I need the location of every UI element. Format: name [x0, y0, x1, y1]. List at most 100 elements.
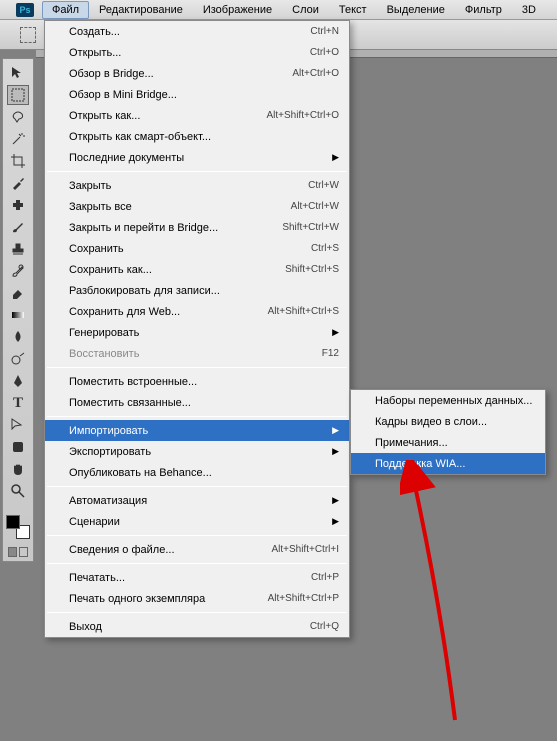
- file-menu-item-0[interactable]: Создать...Ctrl+N: [45, 21, 349, 42]
- menu-label: Создать...: [69, 26, 310, 38]
- file-menu-item-28[interactable]: Сведения о файле...Alt+Shift+Ctrl+I: [45, 539, 349, 560]
- file-menu-item-3[interactable]: Обзор в Mini Bridge...: [45, 84, 349, 105]
- marquee-tool-icon[interactable]: [7, 85, 29, 105]
- menu-shortcut: Alt+Shift+Ctrl+P: [268, 593, 339, 604]
- menu-файл[interactable]: Файл: [42, 1, 89, 19]
- file-menu-item-10[interactable]: Закрыть и перейти в Bridge...Shift+Ctrl+…: [45, 217, 349, 238]
- file-menu-item-6[interactable]: Последние документы▶: [45, 147, 349, 168]
- move-tool-icon[interactable]: [7, 63, 29, 83]
- file-menu-item-19[interactable]: Поместить связанные...: [45, 392, 349, 413]
- menu-label: Печатать...: [69, 572, 311, 584]
- file-menu-item-18[interactable]: Поместить встроенные...: [45, 371, 349, 392]
- gradient-tool-icon[interactable]: [7, 305, 29, 325]
- file-menu-item-25[interactable]: Автоматизация▶: [45, 490, 349, 511]
- menu-3d[interactable]: 3D: [512, 1, 546, 19]
- menu-фильтр[interactable]: Фильтр: [455, 1, 512, 19]
- menu-shortcut: Alt+Shift+Ctrl+S: [268, 306, 339, 317]
- menu-label: Печать одного экземпляра: [69, 593, 268, 605]
- file-menu-item-30[interactable]: Печатать...Ctrl+P: [45, 567, 349, 588]
- menu-label: Закрыть: [69, 180, 308, 192]
- submenu-arrow-icon: ▶: [332, 152, 339, 163]
- menu-shortcut: Ctrl+O: [310, 47, 339, 58]
- file-menu-item-11[interactable]: СохранитьCtrl+S: [45, 238, 349, 259]
- file-menu-item-14[interactable]: Сохранить для Web...Alt+Shift+Ctrl+S: [45, 301, 349, 322]
- menu-shortcut: F12: [322, 348, 339, 359]
- menu-label: Наборы переменных данных...: [375, 395, 535, 407]
- file-menu-item-9[interactable]: Закрыть всеAlt+Ctrl+W: [45, 196, 349, 217]
- annotation-arrow: [400, 460, 470, 730]
- wand-tool-icon[interactable]: [7, 129, 29, 149]
- menu-слои[interactable]: Слои: [282, 1, 329, 19]
- shape-tool-icon[interactable]: [7, 437, 29, 457]
- file-menu-item-16[interactable]: ВосстановитьF12: [45, 343, 349, 364]
- menu-выделение[interactable]: Выделение: [377, 1, 455, 19]
- file-menu-item-23[interactable]: Опубликовать на Behance...: [45, 462, 349, 483]
- menu-shortcut: Alt+Shift+Ctrl+O: [266, 110, 339, 121]
- import-submenu-item-1[interactable]: Кадры видео в слои...: [351, 411, 545, 432]
- menu-label: Сохранить как...: [69, 264, 285, 276]
- menu-label: Закрыть все: [69, 201, 291, 213]
- hand-tool-icon[interactable]: [7, 459, 29, 479]
- stamp-tool-icon[interactable]: [7, 239, 29, 259]
- menu-shortcut: Ctrl+P: [311, 572, 339, 583]
- crop-tool-icon[interactable]: [7, 151, 29, 171]
- zoom-tool-icon[interactable]: [7, 481, 29, 501]
- file-menu-item-21[interactable]: Импортировать ▶: [45, 420, 349, 441]
- menu-separator: [47, 416, 347, 417]
- file-menu-item-22[interactable]: Экспортировать ▶: [45, 441, 349, 462]
- menu-редактирование[interactable]: Редактирование: [89, 1, 193, 19]
- blur-tool-icon[interactable]: [7, 327, 29, 347]
- menu-изображение[interactable]: Изображение: [193, 1, 282, 19]
- submenu-arrow-icon: ▶: [332, 425, 339, 436]
- pen-tool-icon[interactable]: [7, 371, 29, 391]
- menu-label: Кадры видео в слои...: [375, 416, 535, 428]
- dodge-tool-icon[interactable]: [7, 349, 29, 369]
- menu-shortcut: Shift+Ctrl+W: [282, 222, 339, 233]
- menu-label: Сведения о файле...: [69, 544, 271, 556]
- menu-label: Открыть как...: [69, 110, 266, 122]
- file-menu-item-13[interactable]: Разблокировать для записи...: [45, 280, 349, 301]
- file-menu-item-33[interactable]: ВыходCtrl+Q: [45, 616, 349, 637]
- menu-label: Закрыть и перейти в Bridge...: [69, 222, 282, 234]
- file-menu-item-26[interactable]: Сценарии▶: [45, 511, 349, 532]
- file-menu-item-1[interactable]: Открыть...Ctrl+O: [45, 42, 349, 63]
- import-submenu-item-2[interactable]: Примечания...: [351, 432, 545, 453]
- menu-текст[interactable]: Текст: [329, 1, 377, 19]
- import-submenu-item-3[interactable]: Поддержка WIA...: [351, 453, 545, 474]
- marquee-icon: [20, 27, 36, 43]
- eraser-tool-icon[interactable]: [7, 283, 29, 303]
- eyedropper-tool-icon[interactable]: [7, 173, 29, 193]
- file-menu-item-15[interactable]: Генерировать▶: [45, 322, 349, 343]
- file-menu-item-12[interactable]: Сохранить как...Shift+Ctrl+S: [45, 259, 349, 280]
- menu-separator: [47, 563, 347, 564]
- file-menu-item-31[interactable]: Печать одного экземпляраAlt+Shift+Ctrl+P: [45, 588, 349, 609]
- menu-label: Обзор в Mini Bridge...: [69, 89, 339, 101]
- file-menu-item-8[interactable]: ЗакрытьCtrl+W: [45, 175, 349, 196]
- menu-label: Импортировать: [69, 425, 326, 437]
- file-menu-item-4[interactable]: Открыть как...Alt+Shift+Ctrl+O: [45, 105, 349, 126]
- tools-panel: T: [2, 58, 34, 562]
- menu-separator: [47, 486, 347, 487]
- menu-separator: [47, 612, 347, 613]
- menu-label: Сценарии: [69, 516, 326, 528]
- submenu-arrow-icon: ▶: [332, 327, 339, 338]
- menu-label: Поместить связанные...: [69, 397, 339, 409]
- lasso-tool-icon[interactable]: [7, 107, 29, 127]
- file-menu-item-5[interactable]: Открыть как смарт-объект...: [45, 126, 349, 147]
- file-menu-item-2[interactable]: Обзор в Bridge...Alt+Ctrl+O: [45, 63, 349, 84]
- type-tool-icon[interactable]: T: [7, 393, 29, 413]
- import-submenu-item-0[interactable]: Наборы переменных данных...: [351, 390, 545, 411]
- menu-separator: [47, 367, 347, 368]
- menu-shortcut: Ctrl+N: [310, 26, 339, 37]
- menu-label: Поддержка WIA...: [375, 458, 535, 470]
- brush-tool-icon[interactable]: [7, 217, 29, 237]
- menu-separator: [47, 171, 347, 172]
- submenu-arrow-icon: ▶: [332, 446, 339, 457]
- quickmask-toggle[interactable]: [8, 547, 28, 557]
- color-swatch[interactable]: [6, 515, 30, 539]
- history-brush-tool-icon[interactable]: [7, 261, 29, 281]
- heal-tool-icon[interactable]: [7, 195, 29, 215]
- menu-label: Обзор в Bridge...: [69, 68, 292, 80]
- path-tool-icon[interactable]: [7, 415, 29, 435]
- menu-label: Экспортировать: [69, 446, 326, 458]
